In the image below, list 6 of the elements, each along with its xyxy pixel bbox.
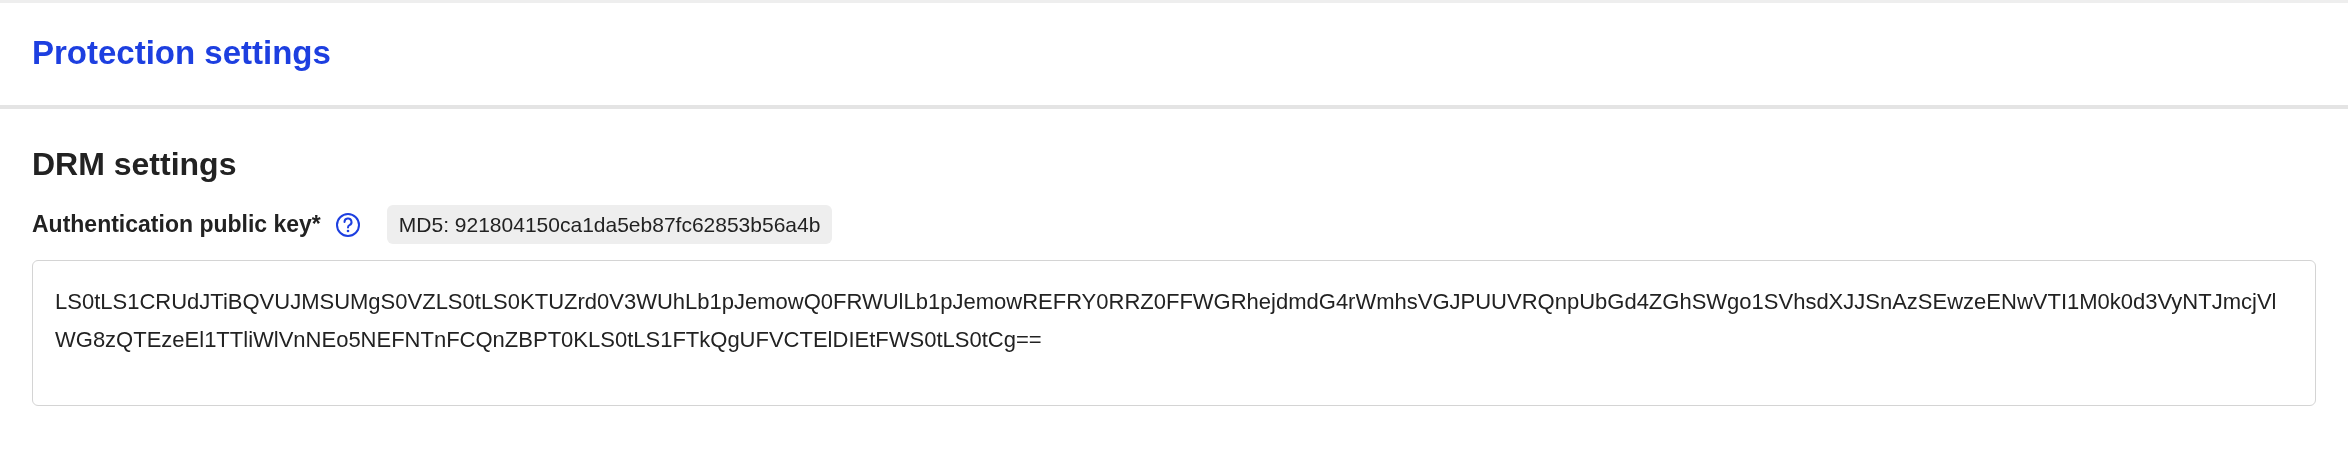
help-icon[interactable] [334, 211, 361, 238]
public-key-field[interactable]: LS0tLS1CRUdJTiBQVUJMSUMgS0VZLS0tLS0KTUZrd0V3WUhLb1pJemowQ0FRWUlLb1pJemowREFRY0RRZ0FFWGRhejdmdG4rWmhsVGJPUUVRQnpUbGd4ZGhSWgo1SVhsdXJJSnAzSEwzeENwVTI1M0k0d3VyNTJmcjVlWG8zQTEzeEl1TTliWlVnNEo5NEFNTnFCQnZBPT0KLS0tLS1FTkQgUFVCTElDIEtFWS0tLS0tCg== [32, 260, 2316, 407]
page-title: Protection settings [32, 33, 332, 73]
section-heading: DRM settings [32, 144, 238, 183]
field-label: Authentication public key* [32, 210, 321, 240]
md5-tag: MD5: 921804150ca1da5eb87fc62853b56a4b [386, 205, 833, 245]
